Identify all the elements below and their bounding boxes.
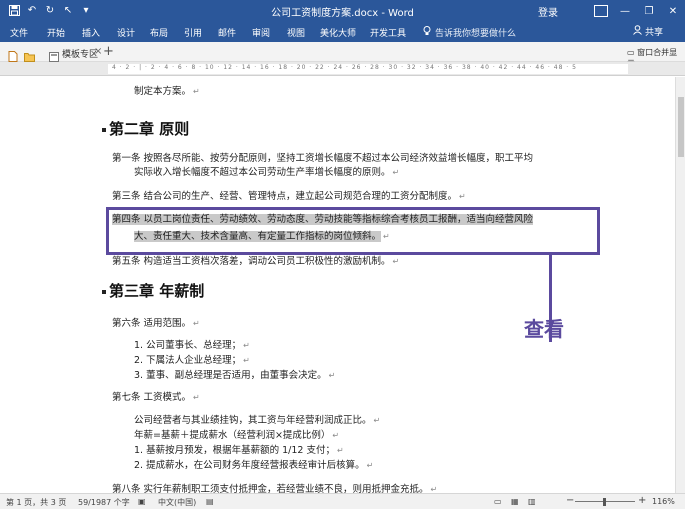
ruler-numbers: 4 · 2 · | · 2 · 4 · 6 · 8 · 10 · 12 · 14… <box>112 64 577 71</box>
article-1-line-2: 实际收入增长幅度不超过本公司劳动生产率增长幅度的原则。 ↵ <box>134 167 400 178</box>
minimize-icon[interactable]: — <box>613 0 637 22</box>
redo-icon[interactable]: ↻ <box>44 3 56 17</box>
tab-file[interactable]: 文件 <box>10 26 28 39</box>
paragraph-line: 制定本方案。 ↵ <box>134 86 200 97</box>
list-item: 2. 提成薪水，在公司财务年度经营报表经审计后核算。 ↵ <box>134 460 374 471</box>
list-item: 2. 下属法人企业总经理； ↵ <box>134 355 250 366</box>
title-bar: ↶ ↻ ↖ ▾ 公司工资制度方案.docx - Word 登录 — ❐ ✕ <box>0 0 685 22</box>
article-1-line-1: 第一条 按照各尽所能、按劳分配原则，坚持工资增长幅度不超过本公司经济效益增长幅度… <box>112 153 534 164</box>
close-tab-icon[interactable]: × <box>94 46 102 57</box>
zoom-slider-knob[interactable] <box>603 498 606 506</box>
highlight-frame <box>106 207 600 255</box>
vertical-scrollbar[interactable] <box>675 77 685 493</box>
window-title: 公司工资制度方案.docx - Word <box>271 8 414 19</box>
save-icon[interactable] <box>8 3 20 17</box>
tab-layout[interactable]: 布局 <box>150 26 168 39</box>
login-link[interactable]: 登录 <box>538 4 558 19</box>
add-tab-icon[interactable]: + <box>103 44 114 59</box>
tab-template-zone[interactable]: 模板专区 <box>62 47 98 60</box>
tell-me-text: 告诉我你想要做什么 <box>435 29 517 39</box>
paragraph-line: 年薪=基薪＋提成薪水（经营利润×提成比例） ↵ <box>134 430 340 441</box>
status-bar: 第 1 页，共 3 页 59/1987 个字 ▣ 中文(中国) ▤ ▭ ▦ ▥ … <box>0 493 685 509</box>
customize-icon[interactable]: ▾ <box>80 3 92 17</box>
read-mode-icon[interactable]: ▭ <box>494 497 502 506</box>
proofing-icon[interactable]: ▣ <box>138 497 146 506</box>
tab-mailings[interactable]: 邮件 <box>218 26 236 39</box>
word-count[interactable]: 59/1987 个字 <box>78 497 130 508</box>
tab-beautify[interactable]: 美化大师 <box>320 26 356 39</box>
undo-icon[interactable]: ↶ <box>26 3 38 17</box>
article-8-line: 第八条 实行年薪制职工须支付抵押金，若经营业绩不良，则用抵押金充抵。 ↵ <box>112 484 438 493</box>
scrollbar-thumb[interactable] <box>678 97 684 157</box>
language-indicator[interactable]: 中文(中国) <box>158 497 196 508</box>
restore-icon[interactable]: ❐ <box>637 0 661 22</box>
pointer-icon[interactable]: ↖ <box>62 3 74 17</box>
chapter-heading: 第三章 年薪制 <box>102 280 204 301</box>
list-item: 1. 基薪按月预发，根据年基薪额的 1/12 支付； ↵ <box>134 445 344 456</box>
ribbon-tabs: 文件 开始 插入 设计 布局 引用 邮件 审阅 视图 美化大师 开发工具 告诉我… <box>0 22 685 42</box>
page-count[interactable]: 第 1 页，共 3 页 <box>6 497 66 508</box>
tab-view[interactable]: 视图 <box>287 26 305 39</box>
paragraph-line: 公司经营者与其业绩挂钩，其工资与年经营利润成正比。 ↵ <box>134 415 381 426</box>
person-icon <box>633 25 642 38</box>
lightbulb-icon <box>423 26 431 39</box>
folder-icon[interactable] <box>24 47 35 62</box>
article-3-line: 第三条 结合公司的生产、经营、管理特点，建立起公司规范合理的工资分配制度。 ↵ <box>112 191 466 202</box>
tab-insert[interactable]: 插入 <box>82 26 100 39</box>
tab-design[interactable]: 设计 <box>117 26 135 39</box>
list-item: 1. 公司董事长、总经理； ↵ <box>134 340 250 351</box>
quick-access-toolbar: ↶ ↻ ↖ ▾ <box>8 3 92 17</box>
callout-label: 查看 <box>524 317 564 341</box>
zoom-level[interactable]: 116% <box>652 497 675 506</box>
article-5-line: 第五条 构造适当工资档次落差，调动公司员工积极性的激励机制。 ↵ <box>112 256 400 267</box>
template-icon <box>49 47 59 62</box>
article-6-line: 第六条 适用范围。 ↵ <box>112 318 200 329</box>
zoom-out-button[interactable]: − <box>566 495 574 506</box>
horizontal-ruler[interactable]: 4 · 2 · | · 2 · 4 · 6 · 8 · 10 · 12 · 14… <box>0 62 685 76</box>
word-window: ↶ ↻ ↖ ▾ 公司工资制度方案.docx - Word 登录 — ❐ ✕ 文件… <box>0 0 685 509</box>
tab-home[interactable]: 开始 <box>47 26 65 39</box>
tell-me-box[interactable]: 告诉我你想要做什么 <box>423 26 516 39</box>
tab-review[interactable]: 审阅 <box>252 26 270 39</box>
web-layout-icon[interactable]: ▥ <box>528 497 536 506</box>
window-icon: ▭ <box>627 48 635 57</box>
tab-references[interactable]: 引用 <box>184 26 202 39</box>
print-layout-icon[interactable]: ▦ <box>511 497 519 506</box>
document-page[interactable]: 制定本方案。 ↵ 第二章 原则 第一条 按照各尽所能、按劳分配原则，坚持工资增长幅… <box>0 77 675 493</box>
ribbon-display-icon[interactable] <box>594 5 608 17</box>
close-icon[interactable]: ✕ <box>661 0 685 22</box>
window-controls: — ❐ ✕ <box>589 0 685 22</box>
macro-icon[interactable]: ▤ <box>206 497 214 506</box>
article-7-line: 第七条 工资模式。 ↵ <box>112 392 200 403</box>
tab-developer[interactable]: 开发工具 <box>370 26 406 39</box>
chapter-heading: 第二章 原则 <box>102 118 189 139</box>
new-doc-icon[interactable] <box>8 47 18 62</box>
share-label: 共享 <box>645 28 664 38</box>
zoom-in-button[interactable]: + <box>638 495 646 506</box>
share-button[interactable]: 共享 <box>633 25 663 38</box>
list-item: 3. 董事、副总经理是否适用，由董事会决定。 ↵ <box>134 370 336 381</box>
document-tab-bar: 模板专区 × + ▭ 窗口合并显示 <box>0 42 685 68</box>
